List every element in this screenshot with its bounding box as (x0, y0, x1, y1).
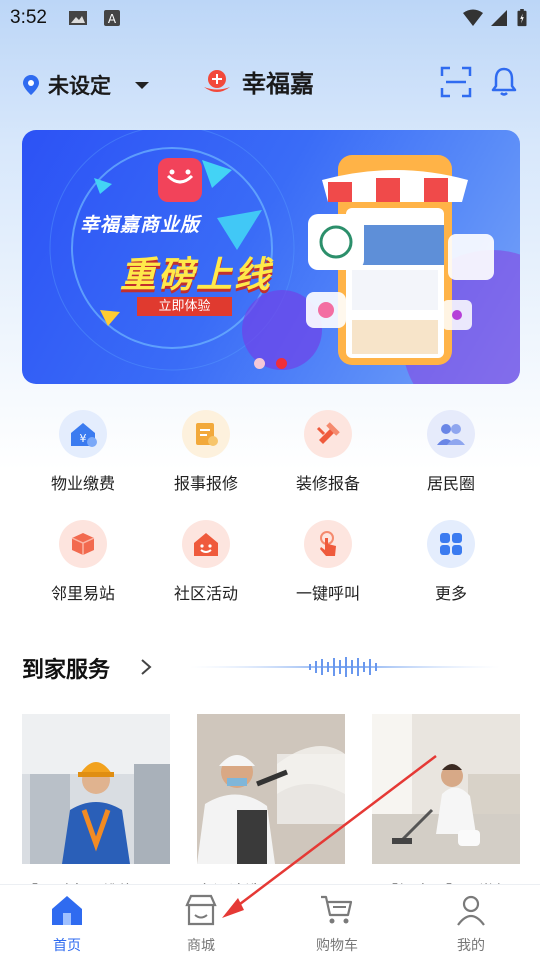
tab-cart[interactable]: 购物车 (287, 893, 387, 955)
service-repair-report[interactable]: 报事报修 (146, 410, 266, 494)
box-icon (59, 520, 107, 568)
tap-call-icon (304, 520, 352, 568)
residents-icon (427, 410, 475, 458)
service-label: 居民圈 (426, 474, 475, 493)
brand-logo-icon (204, 69, 230, 92)
banner-title: 重磅上线 (120, 255, 273, 296)
chevron-down-icon (135, 81, 149, 89)
status-bar: 3:52 A (0, 0, 540, 38)
service-label: 更多 (434, 584, 467, 603)
carousel-dot[interactable] (254, 358, 265, 369)
image-notification-icon (69, 11, 87, 25)
service-label: 邻里易站 (50, 584, 115, 603)
service-one-key-call[interactable]: 一键呼叫 (268, 520, 388, 604)
a-notification-icon: A (104, 10, 120, 26)
ac-cleaning-photo (197, 714, 345, 864)
location-selector[interactable]: 未设定 (22, 70, 149, 100)
service-label: 报事报修 (173, 474, 238, 493)
service-label: 装修报备 (295, 474, 360, 493)
tab-label: 购物车 (316, 938, 358, 954)
tab-label: 商城 (187, 938, 215, 954)
service-label: 一键呼叫 (295, 584, 360, 603)
shop-icon (185, 894, 217, 926)
svg-text:A: A (108, 12, 117, 26)
location-pin-icon (23, 75, 39, 95)
tab-shop[interactable]: 商城 (151, 893, 251, 955)
user-icon (457, 895, 485, 926)
service-renovation[interactable]: 装修报备 (268, 410, 388, 494)
cleaning-photo (372, 714, 520, 864)
section-decoration (190, 657, 500, 677)
tab-label: 首页 (53, 938, 81, 954)
technician-photo (22, 714, 170, 864)
brand: 幸福嘉 (200, 64, 314, 99)
battery-icon (517, 9, 527, 27)
carousel-dot-active[interactable] (276, 358, 287, 369)
service-card-3[interactable] (372, 714, 520, 864)
service-neighbor-station[interactable]: 邻里易站 (23, 520, 143, 604)
wifi-icon (463, 9, 483, 26)
tab-me[interactable]: 我的 (421, 893, 521, 955)
svg-text:¥: ¥ (80, 432, 87, 445)
cart-icon (321, 895, 353, 924)
service-property-fee[interactable]: ¥ 物业缴费 (23, 410, 143, 494)
bottom-tab-bar: 首页 商城 购物车 我的 (0, 884, 540, 960)
tab-home[interactable]: 首页 (17, 893, 117, 955)
service-residents[interactable]: 居民圈 (391, 410, 511, 494)
property-fee-icon: ¥ (59, 410, 107, 458)
service-label: 物业缴费 (50, 474, 115, 493)
service-label: 社区活动 (173, 584, 238, 603)
home-icon (52, 896, 82, 925)
community-icon (182, 520, 230, 568)
tab-label: 我的 (457, 938, 485, 954)
brand-name: 幸福嘉 (242, 70, 314, 98)
service-card-2[interactable] (197, 714, 345, 864)
chevron-right-icon[interactable] (138, 656, 154, 678)
renovation-icon (304, 410, 352, 458)
service-community-activity[interactable]: 社区活动 (146, 520, 266, 604)
status-time: 3:52 (10, 7, 47, 28)
banner-cta-button[interactable]: 立即体验 (137, 297, 232, 316)
bell-icon[interactable] (488, 66, 520, 98)
location-label: 未设定 (48, 74, 111, 98)
service-more[interactable]: 更多 (391, 520, 511, 604)
signal-icon (491, 10, 507, 26)
repair-report-icon (182, 410, 230, 458)
banner-subtitle: 幸福嘉商业版 (80, 214, 201, 236)
scan-icon[interactable] (440, 66, 472, 98)
section-title: 到家服务 (22, 658, 111, 683)
service-card-1[interactable] (22, 714, 170, 864)
more-grid-icon (427, 520, 475, 568)
promo-banner[interactable]: 幸福嘉商业版 重磅上线 立即体验 (22, 130, 520, 384)
top-header: 未设定 幸福嘉 (0, 60, 540, 108)
